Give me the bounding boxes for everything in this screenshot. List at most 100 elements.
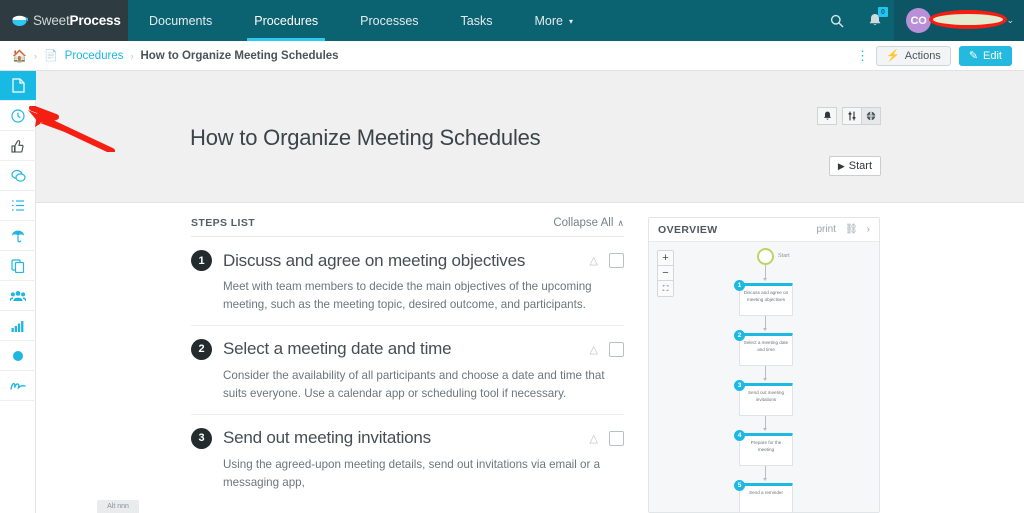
content-columns: STEPS LIST Collapse All ∧ 1 Discuss and …: [36, 203, 1024, 513]
start-button-label: Start: [848, 160, 872, 172]
home-icon[interactable]: 🏠: [12, 49, 27, 63]
nav-label: Processes: [360, 13, 419, 28]
rail-item-teams[interactable]: [0, 281, 36, 311]
flowchart: Start Discuss and agree on meeting objec…: [649, 242, 879, 512]
steps-list-title: STEPS LIST: [191, 217, 256, 229]
step-item: 2 Select a meeting date and time △ Consi…: [191, 326, 624, 415]
avatar: CO: [906, 8, 931, 33]
overview-title: OVERVIEW: [658, 223, 718, 236]
bell-icon[interactable]: 0: [856, 0, 894, 41]
flowchart-node-badge: 2: [734, 330, 745, 341]
rail-item-copies[interactable]: [0, 251, 36, 281]
zoom-in-button[interactable]: +: [658, 251, 673, 266]
notify-button[interactable]: [817, 107, 837, 125]
overview-tools: print ⛓ ›: [817, 224, 871, 235]
flowchart-start-node: [757, 248, 774, 265]
flowchart-node[interactable]: Send out meeting invitations: [739, 383, 793, 416]
flowchart-arrow: [763, 478, 767, 481]
chevron-up-icon[interactable]: △: [590, 343, 598, 356]
nav-item-more[interactable]: More ▾: [513, 0, 594, 41]
step-title[interactable]: Select a meeting date and time: [223, 339, 452, 359]
flowchart-arrow: [763, 428, 767, 431]
flowchart-arrow: [763, 278, 767, 281]
nav-label: Procedures: [254, 13, 319, 28]
rail-item-documents[interactable]: [0, 71, 36, 101]
breadcrumb-link-procedures[interactable]: Procedures: [65, 50, 124, 62]
flowchart-node-label: Send out meeting invitations: [747, 390, 784, 402]
breadcrumb-separator: ›: [130, 50, 134, 61]
nav-label: Documents: [149, 13, 213, 28]
flowchart-node[interactable]: Prepare for the meeting: [739, 433, 793, 466]
zoom-out-button[interactable]: −: [658, 266, 673, 281]
sort-button[interactable]: [842, 107, 862, 125]
collapse-all-button[interactable]: Collapse All ∧: [553, 217, 624, 229]
step-number: 3: [191, 427, 212, 449]
actions-button[interactable]: ⚡ Actions: [876, 45, 951, 66]
step-item: 1 Discuss and agree on meeting objective…: [191, 237, 624, 326]
nav-item-documents[interactable]: Documents: [128, 0, 233, 41]
more-vertical-icon[interactable]: ⋮: [856, 49, 869, 62]
flowchart-node[interactable]: Send a reminder: [739, 483, 793, 512]
brand-logo-area[interactable]: SweetProcess: [0, 0, 128, 41]
rail-item-knowledge[interactable]: [0, 221, 36, 251]
flowchart-node-label: Send a reminder: [749, 490, 783, 495]
step-description: Meet with team members to decide the mai…: [223, 280, 592, 311]
edit-button-label: Edit: [983, 49, 1002, 62]
expand-arrows-icon[interactable]: ⛓: [845, 224, 858, 235]
step-header: 2 Select a meeting date and time △: [191, 338, 624, 360]
hero-header: How to Organize Meeting Schedules ▶ Star…: [36, 71, 1024, 203]
nav-right-group: 0 CO ⌄: [818, 0, 1024, 41]
step-checkbox[interactable]: [609, 341, 624, 357]
step-description: Consider the availability of all partici…: [223, 368, 605, 400]
nav-label: More: [534, 13, 563, 28]
rail-item-reports[interactable]: [0, 311, 36, 341]
chevron-right-icon[interactable]: ›: [867, 224, 870, 235]
pencil-square-icon: ✎: [968, 50, 979, 62]
document-icon: 📄: [43, 50, 58, 62]
start-button[interactable]: ▶ Start: [828, 156, 881, 176]
overview-panel: OVERVIEW print ⛓ › + − ⛶ Start Discuss a…: [648, 217, 880, 513]
rail-item-status[interactable]: [0, 341, 36, 371]
actions-button-label: Actions: [904, 49, 941, 62]
rail-item-tasks[interactable]: [0, 191, 36, 221]
flowchart-node[interactable]: Discuss and agree on meeting objectives: [739, 283, 793, 316]
nav-item-processes[interactable]: Processes: [339, 0, 439, 41]
flowchart-node-badge: 4: [734, 430, 745, 441]
hero-icon-buttons: [817, 107, 881, 125]
edit-button[interactable]: ✎ Edit: [958, 45, 1012, 66]
rail-item-activity[interactable]: [0, 371, 36, 401]
page-title: How to Organize Meeting Schedules: [190, 125, 541, 150]
print-button[interactable]: print: [817, 224, 836, 235]
step-title[interactable]: Send out meeting invitations: [223, 428, 431, 448]
flowchart-node[interactable]: Select a meeting date and time: [739, 333, 793, 366]
nav-item-tasks[interactable]: Tasks: [440, 0, 514, 41]
chevron-up-icon[interactable]: △: [590, 432, 598, 445]
flowchart-node-label: Discuss and agree on meeting objectives: [743, 290, 789, 302]
step-checkbox[interactable]: [609, 253, 624, 268]
nav-item-procedures[interactable]: Procedures: [233, 0, 339, 41]
rail-item-approvals[interactable]: [0, 131, 36, 161]
overview-canvas[interactable]: + − ⛶ Start Discuss and agree on meeting…: [649, 242, 879, 512]
breadcrumb-actions: ⋮ ⚡ Actions ✎ Edit: [856, 45, 1012, 66]
search-icon[interactable]: [818, 0, 856, 41]
flowchart-arrow: [763, 378, 767, 381]
globe-button[interactable]: [861, 107, 881, 125]
step-actions: △: [590, 253, 624, 268]
rail-item-history[interactable]: [0, 101, 36, 131]
flowchart-node-badge: 1: [734, 280, 745, 291]
chevron-up-icon: ∧: [617, 217, 624, 228]
flowchart-node-label: Select a meeting date and time: [743, 340, 789, 352]
play-icon: ▶: [837, 160, 845, 171]
fit-screen-icon[interactable]: ⛶: [658, 281, 673, 296]
rail-item-comments[interactable]: [0, 161, 36, 191]
user-menu[interactable]: CO ⌄: [894, 0, 1024, 41]
brand-name: SweetProcess: [33, 13, 121, 28]
step-checkbox[interactable]: [609, 430, 624, 446]
step-item: 3 Send out meeting invitations △ Using t…: [191, 415, 624, 503]
flowchart-node-badge: 5: [734, 480, 745, 491]
nav-label: Tasks: [460, 13, 493, 28]
step-actions: △: [590, 430, 624, 446]
step-title[interactable]: Discuss and agree on meeting objectives: [223, 251, 525, 271]
breadcrumb: 🏠 › 📄 Procedures › How to Organize Meeti…: [12, 49, 339, 63]
chevron-up-icon[interactable]: △: [590, 254, 598, 267]
